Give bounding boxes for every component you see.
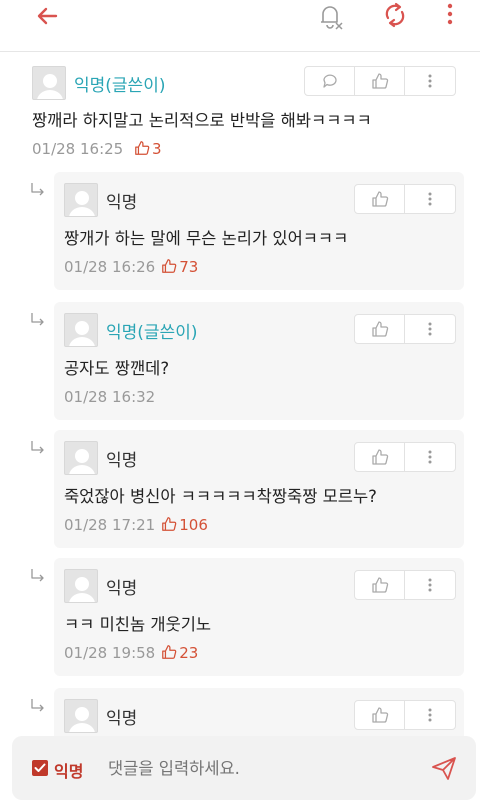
anonymous-label[interactable]: 익명 [54,758,83,782]
send-icon[interactable] [430,754,458,782]
comment-text: 공자도 짱깬데? [64,359,170,378]
more-vertical-icon [428,192,432,206]
avatar [64,183,98,217]
comment-actions [354,442,456,472]
more-vertical-icon [428,578,432,592]
more-vertical-icon [428,450,432,464]
more-options-button[interactable] [405,67,455,95]
more-options-button[interactable] [405,443,455,471]
comment-actions [354,570,456,600]
like-button[interactable] [355,315,405,343]
top-bar [0,0,480,52]
avatar [64,313,98,347]
like-count: 3 [134,140,162,158]
comment-text: 짱개가 하는 말에 무슨 논리가 있어ㅋㅋㅋ [64,229,349,248]
comment-actions [354,700,456,730]
thumbs-up-icon [371,191,388,207]
comment-text: ㅋㅋ 미친놈 개웃기노 [64,615,212,634]
like-count: 73 [161,258,198,276]
comment-text: 짱깨라 하지말고 논리적으로 반박을 해봐ㅋㅋㅋㅋ [32,111,372,130]
comment-time: 01/28 16:32 [64,388,156,406]
thumbs-up-icon [371,707,388,723]
comment-composer: 익명 [12,736,476,800]
comment-actions [354,184,456,214]
thumbs-up-icon [135,141,150,155]
speech-bubble-icon [322,74,337,88]
like-button[interactable] [355,67,405,95]
thumbs-up-icon [371,73,388,89]
notification-off-icon[interactable] [314,0,346,32]
reply-arrow-icon [30,568,46,584]
comment-meta: 01/28 16:26 73 [64,258,198,276]
avatar [64,441,98,475]
like-button[interactable] [355,185,405,213]
reply-button[interactable] [305,67,355,95]
more-options-button[interactable] [405,185,455,213]
reply-arrow-icon [30,182,46,198]
more-vertical-icon [428,74,432,88]
more-options-button[interactable] [405,571,455,599]
comment-author: 익명(글쓴이) [74,76,166,96]
comment-actions [354,314,456,344]
more-options-button[interactable] [405,315,455,343]
avatar [64,569,98,603]
like-button[interactable] [355,701,405,729]
thumbs-up-icon [371,577,388,593]
comment-author: 익명(글쓴이) [106,323,198,343]
comment-actions [304,66,456,96]
more-vertical-icon [428,708,432,722]
comment-meta: 01/28 16:32 [64,388,155,406]
comment-author: 익명 [106,579,138,599]
thumbs-up-icon [371,449,388,465]
more-vertical-icon[interactable] [440,0,460,30]
anonymous-checkbox[interactable] [32,760,48,776]
thumbs-up-icon [162,645,177,659]
comment-author: 익명 [106,709,138,729]
avatar [64,699,98,733]
more-vertical-icon [428,322,432,336]
like-count: 23 [161,644,198,662]
comment-meta: 01/28 16:25 3 [32,140,162,158]
avatar [32,66,66,100]
comment-time: 01/28 17:21 [64,516,156,534]
refresh-icon[interactable] [380,0,410,30]
comment-time: 01/28 16:26 [64,258,156,276]
comment-input[interactable] [108,756,408,780]
thumbs-up-icon [162,517,177,531]
comment-author: 익명 [106,451,138,471]
comment-meta: 01/28 17:21 106 [64,516,208,534]
like-count: 106 [161,516,208,534]
comment-time: 01/28 16:25 [32,140,124,158]
thumbs-up-icon [371,321,388,337]
reply-arrow-icon [30,698,46,714]
more-options-button[interactable] [405,701,455,729]
reply-arrow-icon [30,440,46,456]
like-button[interactable] [355,443,405,471]
comment-meta: 01/28 19:58 23 [64,644,198,662]
thumbs-up-icon [162,259,177,273]
reply-arrow-icon [30,312,46,328]
like-button[interactable] [355,571,405,599]
comment-text: 죽었잖아 병신아 ㅋㅋㅋㅋㅋ착짱죽짱 모르누? [64,487,377,506]
comment-author: 익명 [106,193,138,213]
back-arrow-icon[interactable] [32,2,62,32]
comment-time: 01/28 19:58 [64,644,156,662]
